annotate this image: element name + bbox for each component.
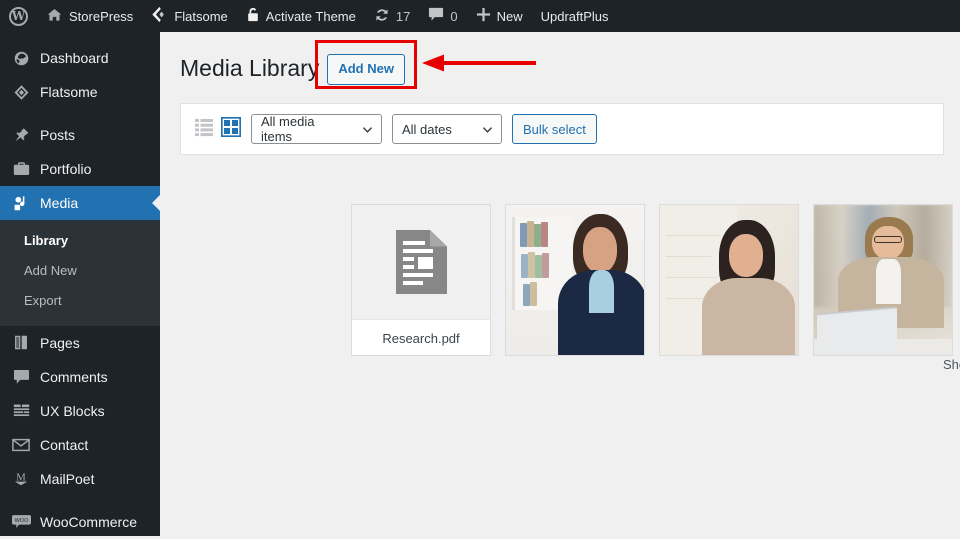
plus-icon [476,7,491,25]
sidebar-submenu-media: Library Add New Export [0,220,160,326]
portfolio-icon [11,159,31,179]
adminbar-flatsome-label: Flatsome [174,8,228,24]
adminbar-comments-count: 0 [450,8,458,24]
updates-icon [374,7,390,26]
adminbar-updates-count: 17 [395,8,411,24]
flatsome-icon [151,6,168,26]
adminbar-item-flatsome[interactable]: Flatsome [142,0,236,32]
sidebar-label-mailpoet: MailPoet [40,470,95,487]
unlock-icon [246,7,260,26]
date-filter-select[interactable]: All dates [392,114,502,144]
sidebar-subitem-library[interactable]: Library [0,226,160,256]
showing-status-text: Showing [943,357,960,372]
media-thumbnail [660,205,798,355]
sidebar-label-ux-blocks: UX Blocks [40,402,105,419]
sidebar-item-ux-blocks[interactable]: UX Blocks [0,394,160,428]
comment-bubble-icon [428,7,444,25]
sidebar-label-posts: Posts [40,127,76,143]
adminbar-item-new-content[interactable]: New [467,0,532,32]
sidebar-label-dashboard: Dashboard [40,50,109,66]
mailpoet-icon: M [11,469,31,489]
admin-sidebar: Dashboard Flatsome Posts Portfolio Media [0,32,160,536]
media-toolbar: All media items All dates Bulk select [180,103,944,155]
media-icon [11,193,31,213]
sidebar-item-woocommerce[interactable]: WOO WooCommerce [0,505,160,539]
list-view-icon[interactable] [194,117,214,142]
sidebar-label-flatsome: Flatsome [40,84,98,100]
pages-icon [11,333,31,353]
decor-person [702,220,796,355]
main-content: Media Library Add New All media items Al… [160,32,960,536]
document-icon [352,205,490,319]
sidebar-item-portfolio[interactable]: Portfolio [0,152,160,186]
adminbar-item-activate-theme[interactable]: Activate Theme [237,0,365,32]
adminbar-activate-theme-label: Activate Theme [265,8,356,24]
date-filter-value: All dates [402,121,452,137]
page-header: Media Library Add New [160,32,960,85]
sidebar-label-contact: Contact [40,436,89,453]
decor-laptop [816,306,897,355]
decor-person [557,214,644,355]
page-title: Media Library [180,55,320,82]
sidebar-label-woocommerce: WooCommerce [40,513,137,530]
comment-icon [11,367,31,387]
adminbar-item-comments[interactable]: 0 [419,0,466,32]
sidebar-label-media: Media [40,195,79,211]
sidebar-label-portfolio: Portfolio [40,161,92,177]
adminbar-item-wp-logo[interactable]: W [0,0,37,32]
sidebar-separator-1 [0,109,160,118]
media-type-filter-select[interactable]: All media items [251,114,382,144]
grid-view-icon[interactable] [220,116,242,142]
blocks-icon [11,401,31,421]
flatsome-icon [11,82,31,102]
wordpress-icon: W [9,6,28,26]
sidebar-spacer-top [0,32,160,41]
media-thumbnail [814,205,952,355]
sidebar-label-pages: Pages [40,334,80,351]
svg-text:WOO: WOO [14,518,28,524]
adminbar-site-name-label: StorePress [69,8,134,24]
sidebar-item-contact[interactable]: Contact [0,428,160,462]
media-type-filter-value: All media items [261,114,315,144]
chevron-down-icon [482,126,493,133]
dashboard-icon [11,48,31,68]
adminbar-item-updraftplus[interactable]: UpdraftPlus [532,0,618,32]
chevron-down-icon [362,126,373,133]
view-mode-toggle [194,116,242,142]
adminbar-new-label: New [496,8,523,24]
admin-bar: W StorePress Flatsome Activate Theme 17 … [0,0,960,32]
envelope-icon [11,435,31,455]
adminbar-item-updates[interactable]: 17 [365,0,419,32]
media-item-image-2[interactable] [659,204,799,356]
bulk-select-button[interactable]: Bulk select [512,114,597,144]
home-icon [46,7,63,26]
sidebar-item-media[interactable]: Media [0,186,160,220]
sidebar-label-comments: Comments [40,368,108,385]
sidebar-item-pages[interactable]: Pages [0,326,160,360]
sidebar-subitem-add-new[interactable]: Add New [0,256,160,286]
adminbar-updraftplus-label: UpdraftPlus [540,8,609,24]
sidebar-item-comments[interactable]: Comments [0,360,160,394]
sidebar-item-dashboard[interactable]: Dashboard [0,41,160,75]
sidebar-separator-2 [0,496,160,505]
media-item-filename: Research.pdf [352,319,490,355]
media-item-image-1[interactable] [505,204,645,356]
sidebar-item-posts[interactable]: Posts [0,118,160,152]
adminbar-item-site-name[interactable]: StorePress [37,0,142,32]
media-item-document[interactable]: Research.pdf [351,204,491,356]
pin-icon [11,125,31,145]
media-item-image-3[interactable] [813,204,953,356]
sidebar-subitem-export[interactable]: Export [0,286,160,316]
sidebar-item-mailpoet[interactable]: M MailPoet [0,462,160,496]
woocommerce-icon: WOO [11,512,31,532]
add-new-button[interactable]: Add New [327,54,405,85]
media-grid: Research.pdf [351,204,960,356]
sidebar-item-flatsome[interactable]: Flatsome [0,75,160,109]
media-thumbnail [506,205,644,355]
